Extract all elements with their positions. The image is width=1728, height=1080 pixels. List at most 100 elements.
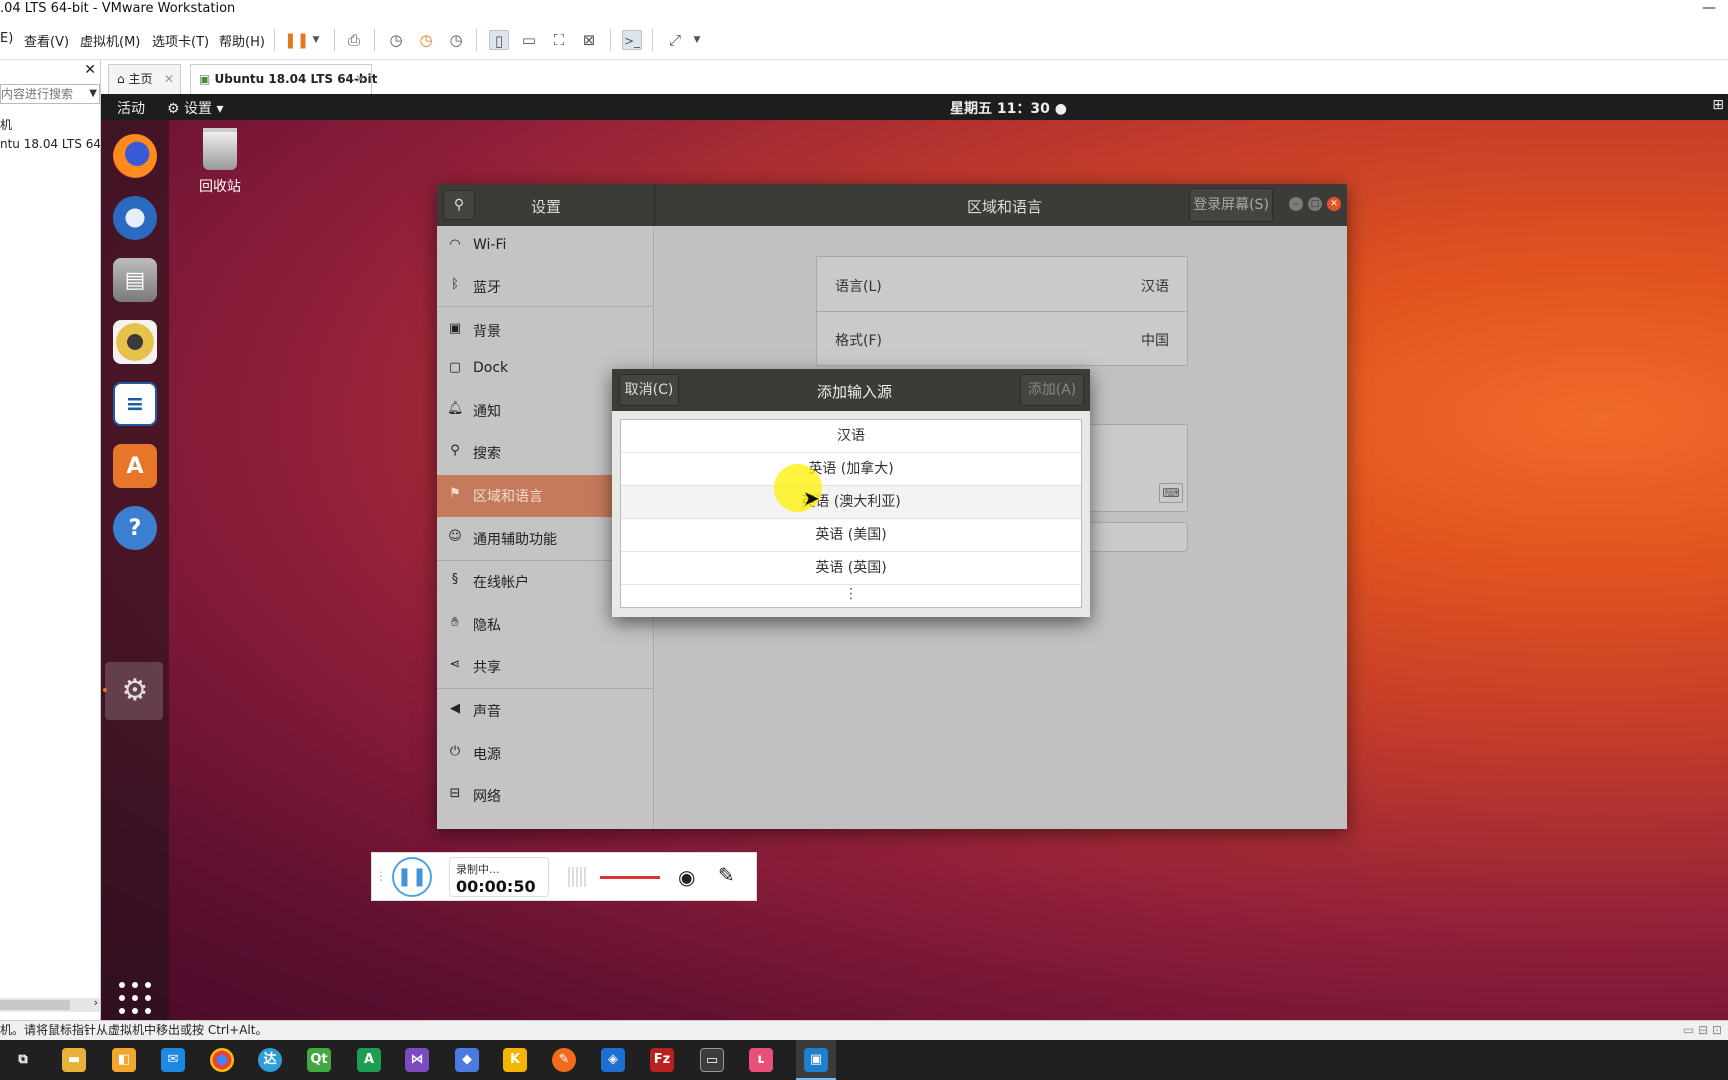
close-icon[interactable]: ✕ (164, 65, 174, 93)
list-item[interactable]: 汉语 (621, 420, 1081, 453)
sidebar-item-power[interactable]: ⏻ 电源 (437, 733, 654, 775)
snapshot-icon[interactable]: ◷ (386, 30, 406, 50)
minimize-button[interactable]: — (1702, 0, 1716, 16)
list-item[interactable]: 英语 (美国) (621, 519, 1081, 552)
show-applications-icon[interactable] (119, 982, 153, 1016)
recording-status-label: 录制中... (456, 863, 500, 876)
app-icon[interactable]: ʟ (749, 1048, 773, 1072)
console-icon[interactable]: >_ (622, 30, 642, 50)
keyboard-icon[interactable]: ⌨ (1159, 483, 1183, 503)
list-item[interactable]: 英语 (加拿大) (621, 453, 1081, 486)
rhythmbox-icon[interactable] (113, 320, 157, 364)
software-center-icon[interactable]: A (113, 444, 157, 488)
cancel-button[interactable]: 取消(C) (619, 374, 679, 406)
close-icon[interactable]: ✕ (84, 62, 96, 78)
tab-home[interactable]: ⌂ 主页 ✕ (108, 64, 181, 94)
drag-handle-icon[interactable]: ⋮ (375, 869, 387, 883)
login-screen-button[interactable]: 登录屏幕(S) (1189, 188, 1273, 222)
app-a-icon[interactable]: A (357, 1048, 381, 1072)
close-icon[interactable]: ✕ (355, 65, 365, 93)
pause-recording-button[interactable]: ❚❚ (392, 857, 432, 897)
send-ctrl-alt-del-icon[interactable]: ⎙ (344, 30, 364, 50)
store-icon[interactable]: ◧ (112, 1048, 136, 1072)
tab-ubuntu[interactable]: ▣ Ubuntu 18.04 LTS 64-bit ✕ (190, 64, 377, 94)
webcam-icon[interactable]: ◉ (678, 865, 695, 889)
sidebar-item-bluetooth[interactable]: ᛒ 蓝牙 (437, 266, 654, 308)
language-row[interactable]: 语言(L) 汉语 (817, 257, 1187, 311)
app-k-icon[interactable]: K (503, 1048, 527, 1072)
snapshot-manager-icon[interactable]: ◷ (446, 30, 466, 50)
files-icon[interactable]: ▤ (113, 258, 157, 302)
mail-icon[interactable]: ✉ (161, 1048, 185, 1072)
dialog-title: 添加输入源 (817, 383, 893, 401)
menu-help[interactable]: 帮助(H) (219, 31, 265, 50)
sidebar-item-background[interactable]: ▣ 背景 (437, 310, 654, 352)
vm-display[interactable]: 活动 ⚙ 设置 ▾ 星期五 11：30 ● ⊞ ▤ ≡ A ? ⚙ 回收站 ⚲ … (101, 94, 1728, 1020)
unity-icon[interactable]: ⊠ (579, 30, 599, 50)
chrome-icon[interactable] (210, 1048, 234, 1072)
list-item[interactable]: 英语 (澳大利亚) (621, 486, 1081, 519)
show-library-icon[interactable]: ▯ (489, 30, 509, 50)
sidebar-item-wifi[interactable]: ◠ Wi-Fi (437, 226, 654, 268)
device-status-icons[interactable]: ▭ ⊟ ⊡ (1683, 1021, 1722, 1039)
app-menu[interactable]: ⚙ 设置 ▾ (167, 98, 224, 118)
filezilla-icon[interactable]: Fz (650, 1048, 674, 1072)
close-icon[interactable]: ✕ (1327, 197, 1341, 211)
app-icon[interactable]: 达 (258, 1048, 282, 1072)
activities-button[interactable]: 活动 (117, 98, 145, 118)
toolbar-separator (476, 29, 477, 51)
help-icon[interactable]: ? (113, 506, 157, 550)
network-status-icon[interactable]: ⊞ (1712, 97, 1724, 113)
vmware-icon[interactable]: ▣ (804, 1048, 828, 1072)
menu-file[interactable]: E) (0, 31, 13, 46)
task-view-icon[interactable]: ⧉ (11, 1048, 35, 1072)
visual-studio-icon[interactable]: ⋈ (405, 1048, 429, 1072)
file-explorer-icon[interactable]: ▬ (62, 1048, 86, 1072)
sidebar-item-network[interactable]: ⊟ 网络 (437, 775, 654, 817)
app-icon[interactable]: ✎ (552, 1048, 576, 1072)
settings-icon[interactable]: ⚙ (113, 668, 157, 712)
minimize-icon[interactable]: – (1289, 197, 1303, 211)
formats-row[interactable]: 格式(F) 中国 (817, 312, 1187, 366)
app-icon[interactable]: ◆ (455, 1048, 479, 1072)
more-options-icon[interactable]: ⋮ (621, 585, 1081, 607)
fullscreen-icon[interactable]: ⛶ (549, 30, 569, 50)
library-search-input[interactable]: 内容进行搜索 ▼ (0, 84, 100, 104)
app-icon[interactable]: ▭ (700, 1048, 724, 1072)
app-icon[interactable]: ◈ (601, 1048, 625, 1072)
running-indicator (103, 688, 107, 692)
sidebar-item-sharing[interactable]: ⋖ 共享 (437, 646, 654, 688)
menu-vm[interactable]: 虚拟机(M) (80, 31, 140, 50)
volume-slider[interactable] (600, 876, 660, 879)
thumbnail-bar-icon[interactable]: ▭ (519, 30, 539, 50)
tab-ubuntu-label: Ubuntu 18.04 LTS 64-bit (214, 72, 378, 86)
library-item-my-computer[interactable]: 机 (0, 116, 100, 133)
chevron-down-icon[interactable]: ▼ (306, 30, 326, 50)
add-button[interactable]: 添加(A) (1020, 374, 1084, 406)
chevron-right-icon[interactable]: › (94, 996, 98, 1009)
list-item[interactable]: 英语 (英国) (621, 552, 1081, 585)
scrollbar-thumb[interactable] (0, 1000, 70, 1010)
sidebar-item-label: Wi-Fi (473, 237, 507, 253)
trash-desktop-icon[interactable]: 回收站 (197, 128, 243, 196)
qt-creator-icon[interactable]: Qt (307, 1048, 331, 1072)
clock[interactable]: 星期五 11：30 ● (950, 98, 1067, 118)
library-scrollbar[interactable]: › (0, 996, 100, 1012)
recording-status: 录制中... 00:00:50 (449, 857, 549, 897)
thunderbird-icon[interactable] (113, 196, 157, 240)
menu-view[interactable]: 查看(V) (24, 31, 69, 50)
firefox-icon[interactable] (113, 134, 157, 178)
libreoffice-writer-icon[interactable]: ≡ (113, 382, 157, 426)
search-icon: ⚲ (450, 443, 460, 458)
pen-icon[interactable]: ✎ (718, 863, 735, 887)
chevron-down-icon[interactable]: ▼ (89, 85, 97, 103)
menu-tabs[interactable]: 选项卡(T) (152, 31, 209, 50)
chevron-down-icon[interactable]: ▼ (687, 30, 707, 50)
sidebar-item-sound[interactable]: ◀︎ 声音 (437, 690, 654, 732)
maximize-icon[interactable]: □ (1308, 197, 1322, 211)
stretch-view-icon[interactable]: ⤢ (665, 30, 685, 50)
library-item-ubuntu[interactable]: ntu 18.04 LTS 64-b (0, 137, 100, 151)
search-icon[interactable]: ⚲ (443, 190, 475, 220)
revert-snapshot-icon[interactable]: ◷ (416, 30, 436, 50)
pause-vm-icon[interactable]: ❚❚ (284, 30, 309, 50)
